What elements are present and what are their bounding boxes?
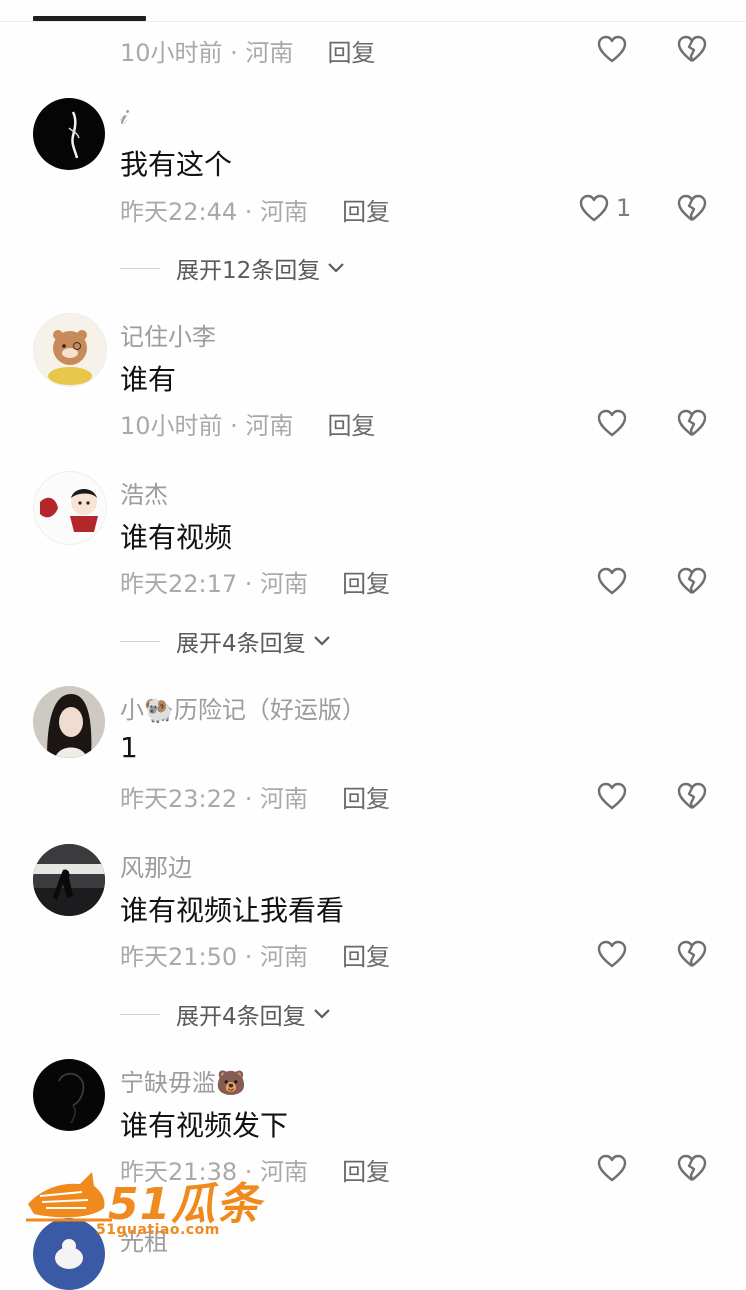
comment-text: 谁有视频 (120, 521, 233, 554)
comment-username[interactable]: 小🐏历险记（好运版） (120, 690, 366, 725)
reply-button[interactable]: 回复 (342, 564, 390, 599)
comment-text: 我有这个 (120, 148, 233, 181)
comment-time: 昨天22:44 · 河南 (120, 197, 309, 226)
like-button[interactable] (596, 1153, 628, 1183)
reply-button[interactable]: 回复 (327, 33, 375, 68)
comment-meta: 昨天21:50 · 河南 回复 (120, 937, 390, 971)
comment-text: 谁有视频发下 (120, 1109, 289, 1142)
header-divider (0, 21, 746, 22)
chevron-down-icon (328, 263, 345, 273)
comment-text: 谁有视频让我看看 (120, 894, 345, 927)
comment-time: 昨天22:17 · 河南 (120, 569, 309, 598)
reply-button[interactable]: 回复 (342, 937, 390, 972)
reply-button[interactable]: 回复 (342, 779, 390, 814)
comment-username[interactable]: 风那边 (120, 848, 192, 883)
comment-time: 10小时前 · 河南 (120, 38, 294, 67)
avatar[interactable] (33, 844, 105, 916)
avatar[interactable] (33, 98, 105, 170)
comment-time: 昨天23:22 · 河南 (120, 784, 309, 813)
dislike-button[interactable] (676, 1153, 708, 1183)
comment-meta: 10小时前 · 河南 回复 (120, 406, 375, 440)
dislike-button[interactable] (676, 566, 708, 596)
like-button[interactable] (596, 408, 628, 438)
expand-replies-button[interactable]: 展开4条回复 (120, 624, 332, 658)
heart-outline-icon (597, 940, 627, 968)
like-button[interactable] (596, 34, 628, 64)
heart-outline-icon (597, 567, 627, 595)
heart-outline-icon (597, 782, 627, 810)
dislike-button[interactable] (676, 781, 708, 811)
watermark-url: 51guatiao.com (96, 1222, 220, 1238)
heart-outline-icon (597, 35, 627, 63)
expand-label: 展开4条回复 (176, 631, 306, 657)
heart-outline-icon (579, 194, 609, 222)
expand-divider (120, 640, 160, 642)
heart-outline-icon (597, 1154, 627, 1182)
comment-username[interactable]: 𝒾 (120, 102, 128, 130)
expand-label: 展开4条回复 (176, 1004, 306, 1030)
heart-outline-icon (597, 409, 627, 437)
expand-replies-button[interactable]: 展开4条回复 (120, 997, 332, 1031)
reply-button[interactable]: 回复 (342, 1152, 390, 1187)
like-button[interactable] (596, 566, 628, 596)
dislike-button[interactable] (676, 34, 708, 64)
comment-meta: 昨天23:22 · 河南 回复 (120, 779, 390, 813)
dislike-button[interactable] (676, 939, 708, 969)
reply-button[interactable]: 回复 (327, 406, 375, 441)
broken-heart-icon (677, 1154, 707, 1181)
chevron-down-icon (313, 1009, 330, 1019)
avatar[interactable] (33, 686, 105, 758)
expand-replies-button[interactable]: 展开12条回复 (120, 251, 346, 285)
like-count: 1 (616, 194, 632, 222)
active-tab-indicator (33, 16, 146, 21)
expand-label: 展开12条回复 (176, 258, 321, 284)
comment-username[interactable]: 记住小李 (120, 317, 216, 352)
like-button[interactable] (596, 939, 628, 969)
avatar[interactable] (33, 471, 107, 545)
comment-username[interactable]: 宁缺毋滥🐻 (120, 1063, 246, 1098)
dislike-button[interactable] (676, 193, 708, 223)
broken-heart-icon (677, 194, 707, 221)
comment-username[interactable]: 浩杰 (120, 475, 168, 510)
like-button[interactable]: 1 (578, 193, 631, 223)
comment-time: 10小时前 · 河南 (120, 411, 294, 440)
dislike-button[interactable] (676, 408, 708, 438)
expand-divider (120, 1013, 160, 1015)
broken-heart-icon (677, 940, 707, 967)
chevron-down-icon (313, 636, 330, 646)
comment-meta: 10小时前 · 河南 回复 (120, 33, 375, 67)
avatar[interactable] (33, 1059, 105, 1131)
comment-meta: 昨天22:17 · 河南 回复 (120, 564, 390, 598)
broken-heart-icon (677, 409, 707, 436)
broken-heart-icon (677, 567, 707, 594)
comment-text: 1 (120, 731, 138, 764)
avatar[interactable] (33, 313, 107, 387)
expand-divider (120, 267, 160, 269)
like-button[interactable] (596, 781, 628, 811)
broken-heart-icon (677, 782, 707, 809)
comment-text: 谁有 (120, 363, 177, 396)
broken-heart-icon (677, 35, 707, 62)
comment-meta: 昨天22:44 · 河南 回复 (120, 192, 390, 226)
comment-time: 昨天21:50 · 河南 (120, 942, 309, 971)
reply-button[interactable]: 回复 (342, 192, 390, 227)
